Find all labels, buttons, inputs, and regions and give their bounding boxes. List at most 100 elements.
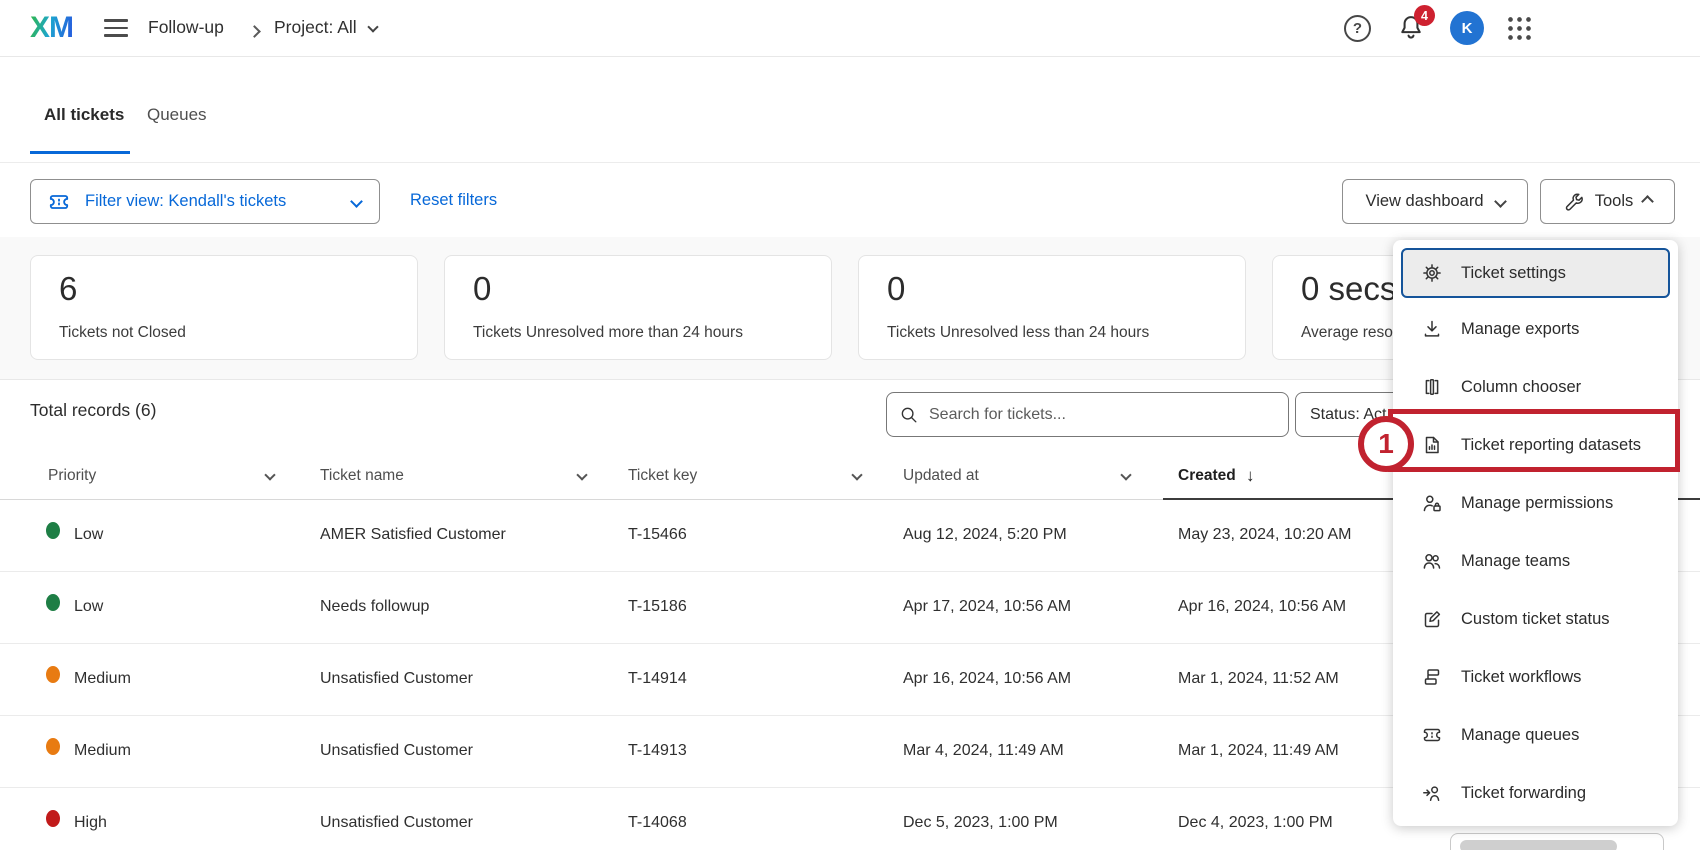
priority-cell: High	[74, 814, 107, 832]
priority-cell: Medium	[74, 670, 131, 688]
column-header-updated-at[interactable]: Updated at	[903, 467, 979, 485]
menu-item-manage-exports[interactable]: Manage exports	[1393, 300, 1678, 358]
column-header-ticket-key[interactable]: Ticket key	[628, 467, 697, 485]
updated-at-cell: Aug 12, 2024, 5:20 PM	[903, 526, 1067, 544]
menu-item-ticket-forwarding[interactable]: Ticket forwarding	[1393, 764, 1678, 822]
tools-button[interactable]: Tools	[1540, 179, 1675, 224]
scrollbar-thumb[interactable]	[1460, 840, 1617, 850]
updated-at-cell: Apr 17, 2024, 10:56 AM	[903, 598, 1071, 616]
help-button[interactable]: ?	[1344, 15, 1371, 42]
created-cell: Apr 16, 2024, 10:56 AM	[1178, 598, 1346, 616]
ticket-key-cell: T-15186	[628, 598, 687, 616]
column-menu-chevron-icon[interactable]	[851, 469, 862, 480]
stat-value: 6	[59, 270, 389, 308]
stat-card-unresolved-more-24h: 0 Tickets Unresolved more than 24 hours	[444, 255, 832, 360]
stat-card-unresolved-less-24h: 0 Tickets Unresolved less than 24 hours	[858, 255, 1246, 360]
menu-item-manage-teams[interactable]: Manage teams	[1393, 532, 1678, 590]
columns-icon	[1421, 376, 1443, 398]
search-box[interactable]	[886, 392, 1289, 437]
breadcrumb-project-dropdown[interactable]: Project: All	[274, 17, 377, 38]
tab-bar: All tickets Queues	[0, 57, 1700, 163]
column-menu-chevron-icon[interactable]	[1120, 469, 1131, 480]
chevron-up-icon	[1641, 195, 1654, 208]
created-cell: Mar 1, 2024, 11:49 AM	[1178, 742, 1339, 760]
ticket-key-cell: T-14913	[628, 742, 687, 760]
ticket-icon	[47, 190, 71, 214]
created-cell: Dec 4, 2023, 1:00 PM	[1178, 814, 1333, 832]
priority-dot	[46, 810, 60, 827]
xm-logo: XM	[30, 11, 73, 45]
menu-item-ticket-settings[interactable]: Ticket settings	[1401, 248, 1670, 298]
hamburger-menu-icon[interactable]	[104, 19, 128, 38]
updated-at-cell: Apr 16, 2024, 10:56 AM	[903, 670, 1071, 688]
updated-at-cell: Mar 4, 2024, 11:49 AM	[903, 742, 1064, 760]
priority-dot	[46, 666, 60, 683]
column-header-ticket-name[interactable]: Ticket name	[320, 467, 404, 485]
column-header-created[interactable]: Created	[1178, 467, 1236, 485]
priority-dot	[46, 522, 60, 539]
ticket-name-cell: AMER Satisfied Customer	[320, 526, 506, 544]
menu-item-custom-ticket-status[interactable]: Custom ticket status	[1393, 590, 1678, 648]
horizontal-scrollbar[interactable]	[1450, 833, 1664, 850]
download-icon	[1421, 318, 1443, 340]
stat-label: Tickets Unresolved more than 24 hours	[473, 324, 803, 342]
priority-cell: Medium	[74, 742, 131, 760]
menu-item-ticket-reporting-datasets[interactable]: Ticket reporting datasets	[1393, 416, 1678, 474]
filter-view-dropdown[interactable]: Filter view: Kendall's tickets	[30, 179, 380, 224]
total-records-label: Total records (6)	[30, 400, 156, 421]
search-icon	[899, 405, 919, 425]
tab-queues[interactable]: Queues	[147, 105, 207, 125]
gear-icon	[1421, 262, 1443, 284]
view-dashboard-button[interactable]: View dashboard	[1342, 179, 1528, 224]
created-cell: Mar 1, 2024, 11:52 AM	[1178, 670, 1339, 688]
tools-menu: Ticket settings Manage exports Column ch…	[1393, 240, 1678, 826]
tab-all-tickets[interactable]: All tickets	[44, 105, 124, 125]
column-menu-chevron-icon[interactable]	[264, 469, 275, 480]
filter-view-label: Filter view: Kendall's tickets	[85, 192, 286, 211]
people-icon	[1421, 550, 1443, 572]
ticket-name-cell: Needs followup	[320, 598, 429, 616]
breadcrumb-chevron-right-icon	[250, 23, 259, 41]
menu-item-manage-queues[interactable]: Manage queues	[1393, 706, 1678, 764]
ticket-name-cell: Unsatisfied Customer	[320, 814, 473, 832]
chevron-down-icon	[367, 21, 378, 32]
ticket-name-cell: Unsatisfied Customer	[320, 742, 473, 760]
ticket-key-cell: T-15466	[628, 526, 687, 544]
menu-item-ticket-workflows[interactable]: Ticket workflows	[1393, 648, 1678, 706]
ticket-key-cell: T-14068	[628, 814, 687, 832]
updated-at-cell: Dec 5, 2023, 1:00 PM	[903, 814, 1058, 832]
chevron-down-icon	[1494, 195, 1507, 208]
priority-dot	[46, 594, 60, 611]
workflow-icon	[1421, 666, 1443, 688]
filter-toolbar: Filter view: Kendall's tickets Reset fil…	[0, 163, 1700, 237]
menu-item-manage-permissions[interactable]: Manage permissions	[1393, 474, 1678, 532]
avatar[interactable]: K	[1450, 11, 1484, 45]
stat-card-not-closed: 6 Tickets not Closed	[30, 255, 418, 360]
ticket-key-cell: T-14914	[628, 670, 687, 688]
active-tab-underline	[30, 151, 130, 154]
person-lock-icon	[1421, 492, 1443, 514]
search-input[interactable]	[929, 406, 1259, 424]
edit-icon	[1421, 608, 1443, 630]
column-header-priority[interactable]: Priority	[48, 467, 96, 485]
priority-cell: Low	[74, 526, 103, 544]
priority-cell: Low	[74, 598, 103, 616]
chevron-down-icon	[350, 195, 363, 208]
reset-filters-link[interactable]: Reset filters	[410, 191, 497, 210]
stat-value: 0	[887, 270, 1217, 308]
menu-item-column-chooser[interactable]: Column chooser	[1393, 358, 1678, 416]
ticket-name-cell: Unsatisfied Customer	[320, 670, 473, 688]
sort-descending-icon: ↓	[1246, 466, 1255, 486]
ticket-icon	[1421, 724, 1443, 746]
breadcrumb-section[interactable]: Follow-up	[148, 17, 224, 38]
qualtrics-tickets-page: XM Follow-up Project: All ? 4 K All tick…	[0, 0, 1700, 850]
app-grid-icon[interactable]	[1506, 15, 1533, 47]
top-bar: XM Follow-up Project: All ? 4 K	[0, 0, 1700, 57]
notification-badge: 4	[1414, 5, 1435, 26]
wrench-icon	[1563, 191, 1585, 213]
stat-label: Tickets not Closed	[59, 324, 389, 342]
column-menu-chevron-icon[interactable]	[576, 469, 587, 480]
report-document-icon	[1421, 434, 1443, 456]
created-cell: May 23, 2024, 10:20 AM	[1178, 526, 1351, 544]
priority-dot	[46, 738, 60, 755]
